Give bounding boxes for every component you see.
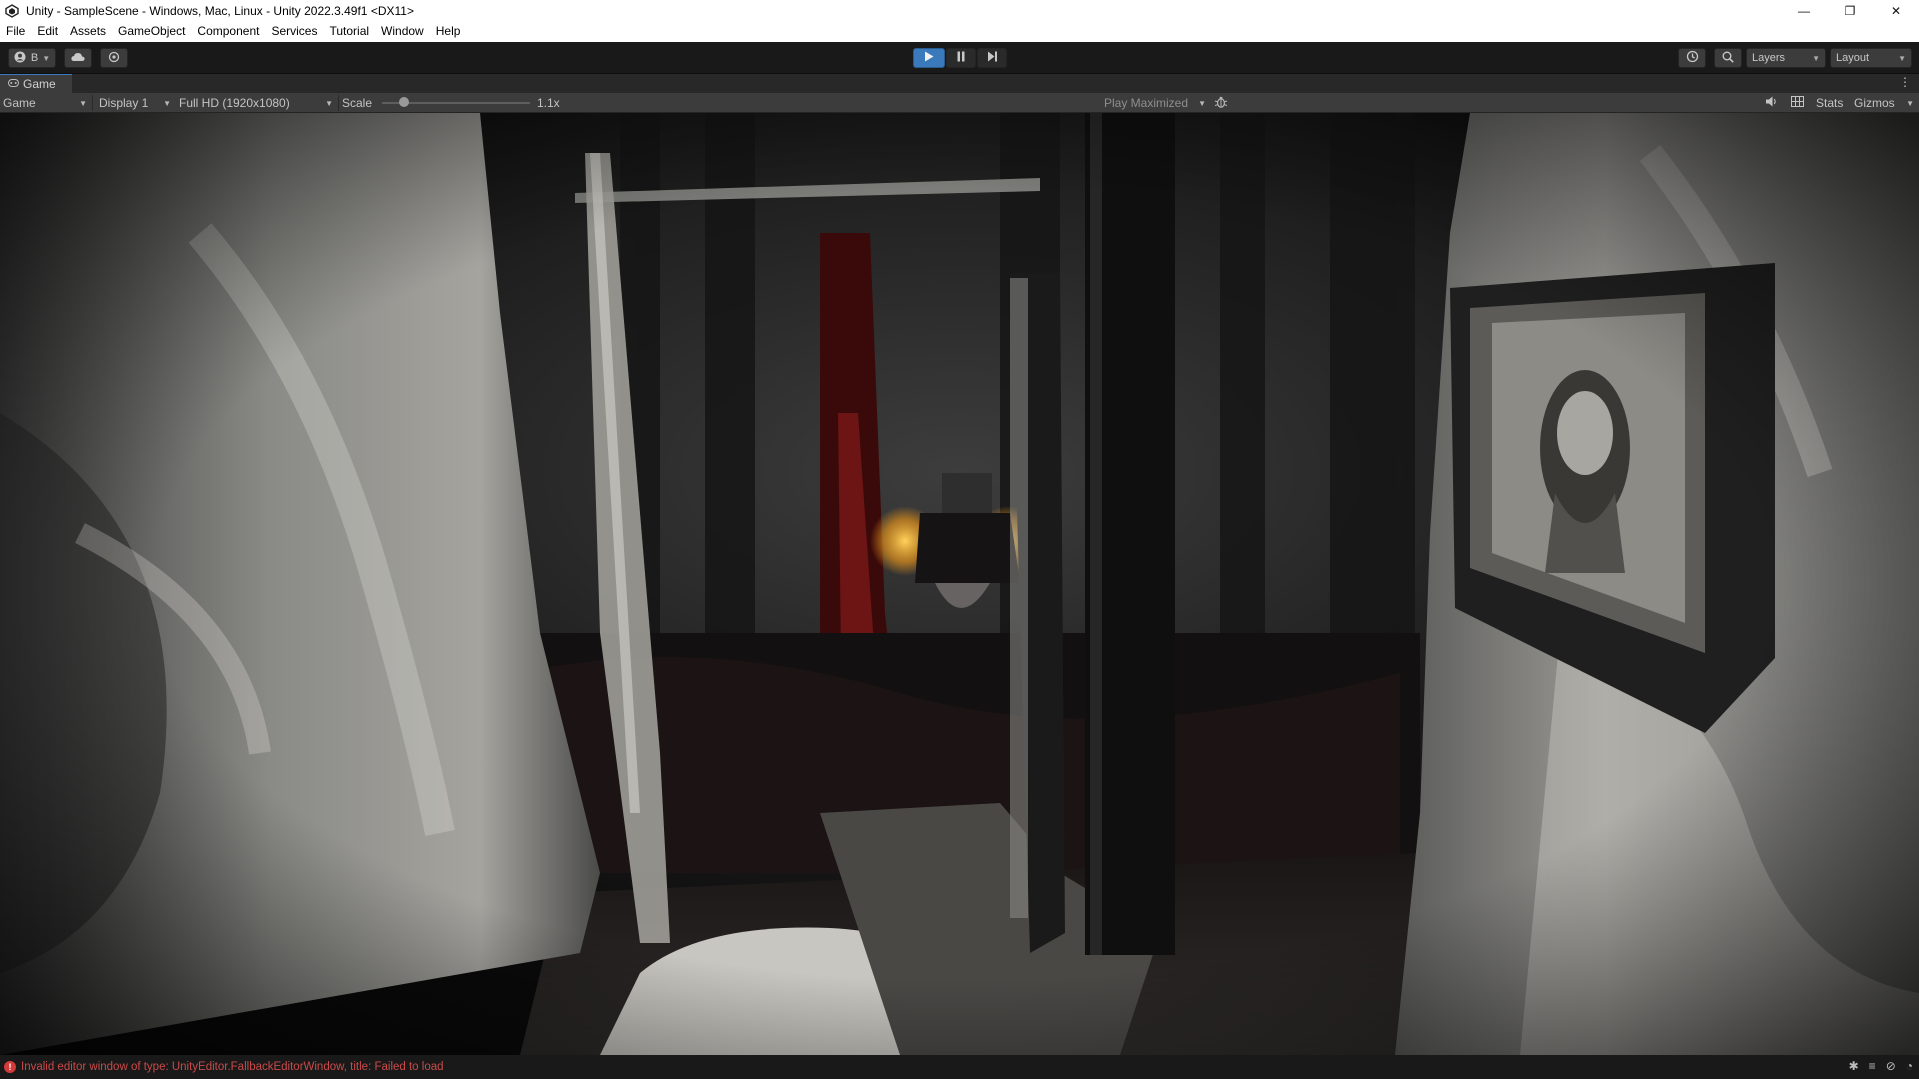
step-icon: [987, 51, 998, 65]
step-button[interactable]: [977, 48, 1007, 68]
aspect-grid-button[interactable]: [1791, 93, 1804, 113]
game-scene-render: [0, 113, 1919, 1055]
display-dropdown[interactable]: Display 1 ▼: [99, 93, 173, 113]
cloud-button[interactable]: [64, 48, 92, 68]
divider: [338, 95, 339, 111]
account-label: B: [30, 52, 39, 64]
error-icon: !: [4, 1061, 16, 1073]
minimize-button[interactable]: —: [1781, 0, 1827, 21]
grid-icon: [1791, 96, 1804, 110]
mute-audio-button[interactable]: [1765, 93, 1778, 113]
chevron-down-icon: ▼: [79, 99, 87, 108]
account-dropdown[interactable]: B ▼: [8, 48, 56, 68]
scale-value: 1.1x: [537, 96, 560, 110]
bug-icon: [1214, 95, 1228, 112]
stats-button[interactable]: Stats: [1816, 93, 1843, 113]
menu-component[interactable]: Component: [191, 21, 265, 42]
chevron-down-icon: ▼: [1906, 99, 1914, 108]
close-button[interactable]: ✕: [1873, 0, 1919, 21]
play-icon: [924, 51, 934, 65]
bug-icon[interactable]: ✱: [1849, 1059, 1859, 1073]
account-icon: [14, 51, 26, 66]
layers-icon[interactable]: ≡: [1869, 1059, 1876, 1073]
tab-game-label: Game: [23, 77, 56, 91]
resolution-label: Full HD (1920x1080): [179, 96, 290, 110]
play-button[interactable]: [913, 48, 945, 68]
speaker-icon: [1765, 96, 1778, 110]
unity-logo-icon: [4, 3, 20, 19]
scale-label: Scale: [342, 96, 373, 110]
cloud-icon: [71, 52, 85, 65]
frame-debugger-button[interactable]: [1214, 93, 1228, 113]
menu-assets[interactable]: Assets: [64, 21, 112, 42]
gizmos-label: Gizmos: [1854, 96, 1895, 110]
collab-button[interactable]: [100, 48, 128, 68]
chevron-down-icon: ▼: [163, 99, 171, 108]
history-icon: [1686, 50, 1699, 66]
chevron-down-icon: ▼: [42, 53, 51, 63]
check-circle-icon[interactable]: ◔: [1906, 1059, 1913, 1073]
chevron-down-icon: ▼: [1812, 53, 1820, 63]
menu-tutorial[interactable]: Tutorial: [323, 21, 375, 42]
pause-icon: [956, 51, 966, 65]
play-maximized-dropdown[interactable]: Play Maximized ▼: [1104, 93, 1208, 113]
restore-button[interactable]: ❐: [1827, 0, 1873, 21]
layers-label: Layers: [1752, 52, 1786, 64]
history-button[interactable]: [1678, 48, 1706, 68]
network-icon[interactable]: ⊘: [1886, 1059, 1896, 1073]
pause-button[interactable]: [946, 48, 976, 68]
main-toolbar: B ▼ Layers ▼ Layout ▼: [0, 42, 1919, 74]
resolution-dropdown[interactable]: Full HD (1920x1080) ▼: [179, 93, 335, 113]
scale-slider-thumb[interactable]: [399, 97, 409, 107]
view-mode-dropdown[interactable]: Game ▼: [3, 93, 89, 113]
tab-game[interactable]: Game: [0, 74, 72, 93]
chevron-down-icon: ▼: [1898, 53, 1906, 63]
menu-help[interactable]: Help: [430, 21, 467, 42]
divider: [92, 95, 93, 111]
status-icons: ✱ ≡ ⊘ ◔: [1849, 1059, 1913, 1073]
status-bar: ! Invalid editor window of type: UnityEd…: [0, 1055, 1919, 1079]
menu-window[interactable]: Window: [375, 21, 430, 42]
window-title: Unity - SampleScene - Windows, Mac, Linu…: [26, 3, 414, 18]
chevron-down-icon: ▼: [1198, 99, 1206, 108]
layers-dropdown[interactable]: Layers ▼: [1746, 48, 1826, 68]
menu-file[interactable]: File: [0, 21, 31, 42]
play-maximized-label: Play Maximized: [1104, 96, 1189, 110]
view-mode-label: Game: [3, 96, 36, 110]
search-button[interactable]: [1714, 48, 1742, 68]
collab-icon: [108, 51, 120, 66]
layout-dropdown[interactable]: Layout ▼: [1830, 48, 1912, 68]
chevron-down-icon: ▼: [325, 99, 333, 108]
game-tab-bar: Game ⋮: [0, 74, 1919, 93]
menu-gameobject[interactable]: GameObject: [112, 21, 191, 42]
window-titlebar: Unity - SampleScene - Windows, Mac, Linu…: [0, 0, 1919, 21]
more-options-icon[interactable]: ⋮: [1899, 75, 1911, 89]
search-icon: [1722, 51, 1734, 66]
layout-label: Layout: [1836, 52, 1870, 64]
game-viewport[interactable]: [0, 113, 1919, 1055]
display-label: Display 1: [99, 96, 149, 110]
game-view-controls: Game ▼ Display 1 ▼ Full HD (1920x1080) ▼…: [0, 93, 1919, 113]
gamepad-icon: [8, 78, 19, 90]
status-error-message[interactable]: Invalid editor window of type: UnityEdit…: [21, 1061, 444, 1073]
gizmos-dropdown[interactable]: Gizmos ▼: [1854, 93, 1914, 113]
menu-bar: File Edit Assets GameObject Component Se…: [0, 21, 1919, 42]
menu-edit[interactable]: Edit: [31, 21, 64, 42]
menu-services[interactable]: Services: [265, 21, 323, 42]
